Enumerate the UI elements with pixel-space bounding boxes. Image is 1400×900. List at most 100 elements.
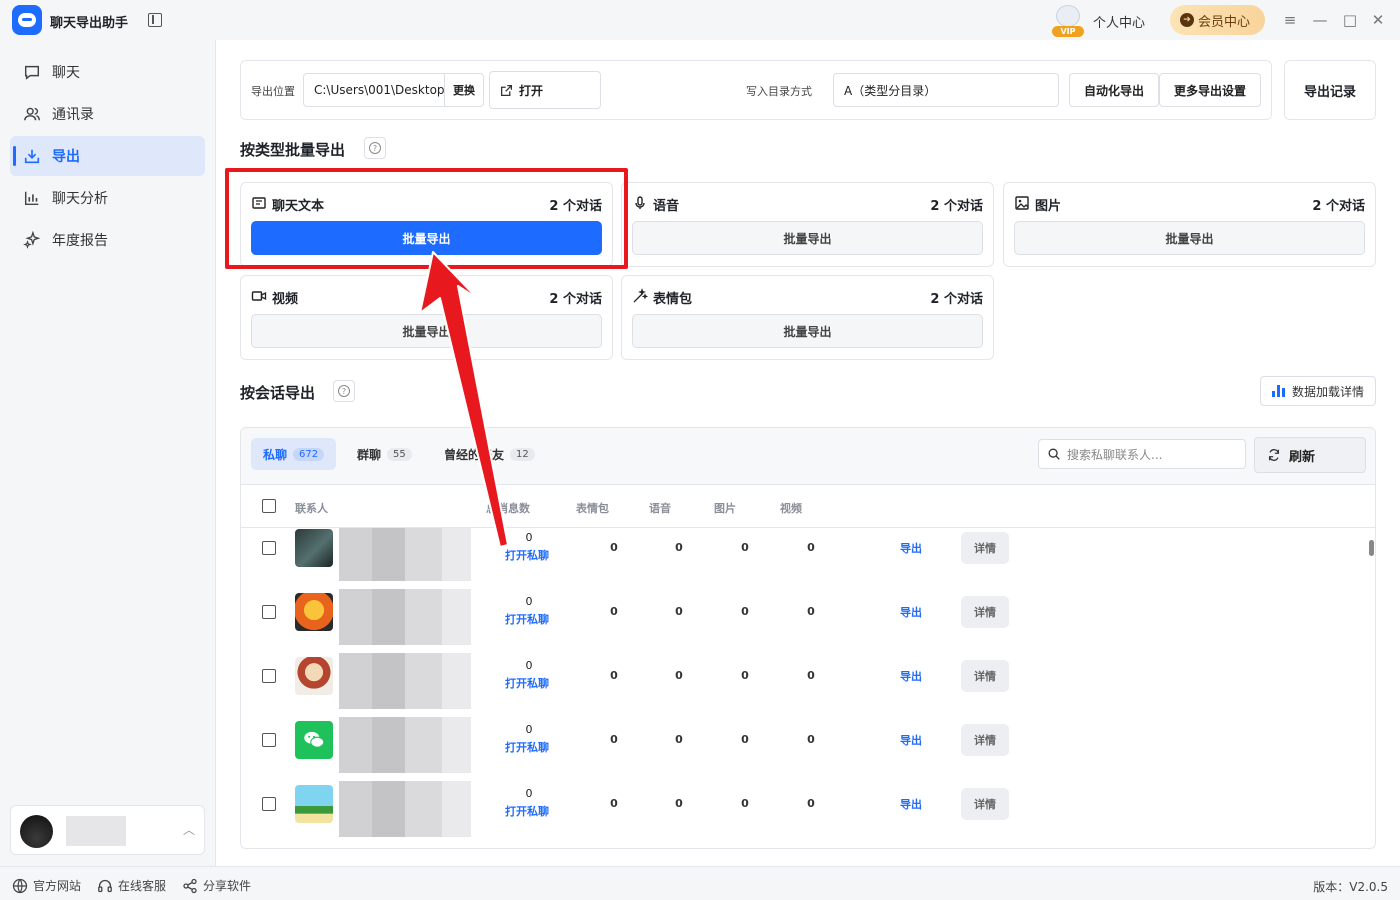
- maximize-icon[interactable]: □: [1341, 11, 1359, 29]
- share-software-link[interactable]: 分享软件: [182, 877, 251, 894]
- batch-export-image-button[interactable]: 批量导出: [1014, 221, 1365, 255]
- data-detail-label: 数据加载详情: [1291, 384, 1364, 399]
- batch-export-video-button[interactable]: 批量导出: [251, 314, 602, 348]
- wechat-avatar-icon: [295, 721, 333, 759]
- footer-bar: 官方网站 在线客服 分享软件 版本：V2.0.5: [0, 866, 1400, 900]
- external-link-icon: [500, 84, 513, 96]
- total-count: 0: [525, 723, 533, 736]
- detail-button[interactable]: 详情: [961, 596, 1009, 628]
- panda-avatar-icon: [1056, 5, 1080, 27]
- sidebar-item-label: 聊天分析: [52, 191, 108, 207]
- open-chat-link[interactable]: 打开私聊: [505, 739, 549, 755]
- contact-name-redacted: [339, 781, 471, 837]
- vip-avatar[interactable]: VIP: [1052, 5, 1084, 37]
- customer-service-link[interactable]: 在线客服: [97, 877, 166, 894]
- sticker-count: 0: [610, 605, 618, 618]
- sidebar-item-chat[interactable]: 聊天: [10, 52, 205, 92]
- export-row-link[interactable]: 导出: [900, 732, 922, 748]
- detail-button[interactable]: 详情: [961, 724, 1009, 756]
- tab-count-badge: 55: [387, 447, 412, 461]
- sidebar-item-label: 年度报告: [52, 233, 108, 249]
- refresh-button[interactable]: 刷新: [1254, 437, 1366, 473]
- open-chat-link[interactable]: 打开私聊: [505, 547, 549, 563]
- search-input[interactable]: 搜索私聊联系人...: [1038, 439, 1246, 469]
- globe-icon: [12, 878, 28, 894]
- image-count: 0: [741, 541, 749, 554]
- row-checkbox[interactable]: [262, 733, 276, 747]
- scrollbar[interactable]: [1369, 540, 1374, 556]
- detail-button[interactable]: 详情: [961, 660, 1009, 692]
- close-icon[interactable]: ✕: [1369, 11, 1387, 29]
- sidebar-item-contacts[interactable]: 通讯录: [10, 94, 205, 134]
- help-icon[interactable]: ?: [333, 380, 355, 402]
- export-row-link[interactable]: 导出: [900, 604, 922, 620]
- batch-export-voice-button[interactable]: 批量导出: [632, 221, 983, 255]
- column-voice: 语音: [649, 502, 671, 515]
- row-checkbox[interactable]: [262, 541, 276, 555]
- refresh-icon: [1268, 449, 1280, 461]
- export-log-button[interactable]: 导出记录: [1284, 60, 1376, 120]
- total-count: 0: [525, 595, 533, 608]
- row-checkbox[interactable]: [262, 605, 276, 619]
- member-center-button[interactable]: ➔ 会员中心: [1170, 5, 1265, 35]
- export-row-link[interactable]: 导出: [900, 796, 922, 812]
- sidebar-item-export[interactable]: 导出: [10, 136, 205, 176]
- tab-label: 曾经的好友: [444, 447, 505, 462]
- dir-mode-select[interactable]: A（类型分目录）: [833, 73, 1059, 107]
- share-icon: [182, 878, 198, 894]
- image-icon: [1014, 195, 1030, 211]
- menu-icon[interactable]: ≡: [1281, 11, 1299, 29]
- session-export-title: 按会话导出: [240, 384, 316, 402]
- personal-center-link[interactable]: 个人中心: [1093, 12, 1145, 31]
- contact-name-redacted: [339, 717, 471, 773]
- sidebar-item-annual-report[interactable]: 年度报告: [10, 220, 205, 260]
- sidebar-item-label: 导出: [52, 149, 80, 165]
- detail-button[interactable]: 详情: [961, 532, 1009, 564]
- version-label: 版本：V2.0.5: [1313, 880, 1388, 894]
- total-count: 0: [525, 531, 533, 544]
- tab-group-chat[interactable]: 群聊 55: [345, 438, 424, 470]
- main-content: 导出位置 C:\Users\001\Desktop 更换 打开 写入目录方式 A…: [216, 40, 1400, 866]
- tab-private-chat[interactable]: 私聊 672: [251, 438, 337, 470]
- export-row-link[interactable]: 导出: [900, 540, 922, 556]
- contacts-icon: [22, 104, 42, 124]
- chat-icon: [22, 62, 42, 82]
- auto-export-button[interactable]: 自动化导出: [1069, 73, 1159, 107]
- open-chat-link[interactable]: 打开私聊: [505, 675, 549, 691]
- official-website-link[interactable]: 官方网站: [12, 877, 81, 894]
- batch-export-text-button[interactable]: 批量导出: [251, 221, 602, 255]
- magic-wand-icon: [632, 288, 649, 304]
- open-chat-link[interactable]: 打开私聊: [505, 803, 549, 819]
- sidebar-item-analysis[interactable]: 聊天分析: [10, 178, 205, 218]
- batch-export-sticker-button[interactable]: 批量导出: [632, 314, 983, 348]
- tab-former-friends[interactable]: 曾经的好友 12: [432, 438, 547, 470]
- help-icon[interactable]: ?: [364, 137, 386, 159]
- table-header: 联系人 总消息数 表情包 语音 图片 视频: [241, 484, 1375, 528]
- more-export-settings-button[interactable]: 更多导出设置: [1159, 73, 1261, 107]
- data-loading-detail-button[interactable]: 数据加载详情: [1260, 376, 1376, 406]
- export-location-field[interactable]: C:\Users\001\Desktop: [303, 73, 445, 107]
- tab-count-badge: 672: [293, 447, 325, 461]
- export-row-link[interactable]: 导出: [900, 668, 922, 684]
- select-all-checkbox[interactable]: [262, 499, 276, 513]
- type-card-name: 视频: [272, 292, 299, 307]
- voice-count: 0: [675, 797, 683, 810]
- open-folder-button[interactable]: 打开: [489, 71, 601, 109]
- video-count: 0: [807, 669, 815, 682]
- user-account-card[interactable]: ︿: [10, 805, 205, 855]
- avatar: [295, 657, 333, 695]
- table-row: 0 打开私聊 0 0 0 0 导出 详情: [241, 528, 1361, 592]
- row-checkbox[interactable]: [262, 797, 276, 811]
- tab-label: 群聊: [357, 447, 382, 462]
- column-contact: 联系人: [295, 502, 328, 515]
- minimize-icon[interactable]: —: [1311, 11, 1329, 29]
- sidebar-collapse-icon[interactable]: [148, 13, 162, 27]
- change-location-button[interactable]: 更换: [444, 73, 484, 107]
- contact-name-redacted: [339, 589, 471, 645]
- detail-button[interactable]: 详情: [961, 788, 1009, 820]
- type-card-video: 视频 2 个对话 批量导出: [240, 275, 613, 360]
- open-chat-link[interactable]: 打开私聊: [505, 611, 549, 627]
- headset-icon: [97, 878, 113, 894]
- type-card-count: 2 个对话: [549, 292, 602, 307]
- row-checkbox[interactable]: [262, 669, 276, 683]
